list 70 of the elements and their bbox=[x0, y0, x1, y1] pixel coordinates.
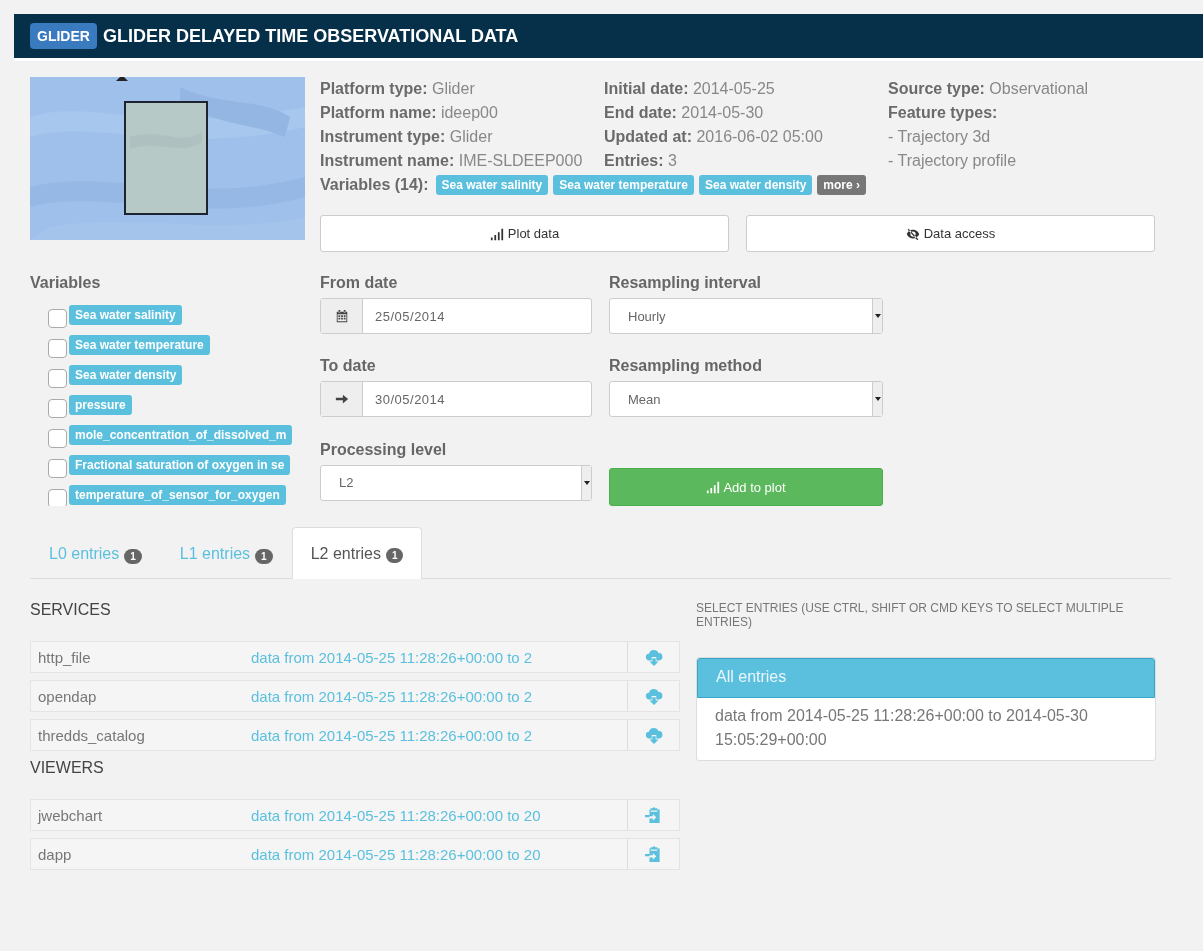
section-heading: VIEWERS bbox=[30, 759, 105, 777]
caret-icon bbox=[583, 480, 590, 485]
metadata-field: Platform name: ideep00 bbox=[320, 101, 604, 125]
variable-tag: Fractional saturation of oxygen in se bbox=[69, 455, 291, 475]
clipboard-icon bbox=[644, 806, 663, 824]
metadata-field: Instrument type: Glider bbox=[320, 125, 604, 149]
dropdown[interactable]: Mean bbox=[609, 381, 883, 418]
variable-tag: Sea water temperature bbox=[553, 175, 694, 195]
tab[interactable]: L0 entries 1 bbox=[30, 528, 161, 579]
field-label: To date bbox=[320, 357, 377, 376]
checkbox[interactable] bbox=[48, 428, 67, 448]
checkbox[interactable] bbox=[48, 338, 67, 358]
field-label: From date bbox=[320, 274, 399, 292]
cloud-download-icon bbox=[644, 687, 663, 705]
select-hint: SELECT ENTRIES (USE CTRL, SHIFT OR CMD KEYS TO SELECT MULTIPLE ENTRIES) bbox=[696, 601, 1125, 629]
variable-tag: mole_concentration_of_dissolved_m bbox=[69, 425, 293, 445]
variable-tag: Sea water salinity bbox=[69, 305, 182, 325]
service-name: thredds_catalog bbox=[37, 726, 146, 744]
variables-heading: Variables bbox=[30, 274, 102, 292]
variables-label: Variables (14): bbox=[320, 176, 429, 194]
count-badge: 1 bbox=[124, 548, 142, 564]
variable-tag: Sea water salinity bbox=[435, 175, 549, 195]
checkbox[interactable] bbox=[48, 398, 67, 418]
feature-type: - Trajectory profile bbox=[888, 151, 1018, 171]
page-title: GLIDER DELAYED TIME OBSERVATIONAL DATA bbox=[102, 25, 519, 47]
cloud-download-icon bbox=[644, 648, 663, 666]
variable-tag: Sea water density bbox=[69, 365, 183, 385]
eye-slash-icon bbox=[905, 226, 920, 241]
field-label: Processing level bbox=[320, 440, 448, 459]
bar-chart-icon bbox=[489, 226, 504, 241]
dropdown[interactable]: Hourly bbox=[609, 298, 883, 334]
metadata-field: Initial date: 2014-05-25 bbox=[604, 77, 888, 101]
feature-type: - Trajectory 3d bbox=[888, 127, 992, 147]
count-badge: 1 bbox=[385, 548, 404, 563]
tab[interactable]: L2 entries 1 bbox=[291, 527, 423, 579]
checkbox[interactable] bbox=[48, 488, 67, 506]
metadata-field: Platform type: Glider bbox=[320, 77, 604, 101]
variable-tag: Sea water density bbox=[698, 175, 813, 195]
field-label: Resampling method bbox=[609, 357, 763, 376]
dropdown[interactable]: L2 bbox=[320, 464, 592, 501]
caret-icon bbox=[874, 314, 881, 318]
checkbox[interactable] bbox=[48, 308, 67, 328]
service-name: http_file bbox=[37, 648, 92, 666]
checkbox[interactable] bbox=[48, 368, 67, 388]
variable-tag: Sea water temperature bbox=[69, 335, 210, 355]
metadata-field: Updated at: 2016-06-02 05:00 bbox=[604, 125, 888, 149]
clipboard-icon bbox=[644, 845, 663, 863]
metadata-field: End date: 2014-05-30 bbox=[604, 101, 888, 125]
plot-data-button[interactable]: Plot data bbox=[320, 215, 729, 252]
checkbox[interactable] bbox=[48, 458, 67, 478]
tab[interactable]: L1 entries 1 bbox=[160, 528, 292, 579]
metadata-label: Feature types: bbox=[888, 103, 999, 123]
metadata-field: Instrument name: IME-SLDEEP000 bbox=[320, 149, 604, 173]
variable-tag: temperature_of_sensor_for_oxygen bbox=[69, 485, 286, 505]
count-badge: 1 bbox=[255, 548, 273, 564]
caret-icon bbox=[874, 397, 881, 402]
section-heading: SERVICES bbox=[30, 601, 112, 619]
service-name: dapp bbox=[37, 845, 73, 863]
more-link[interactable]: more › bbox=[817, 175, 867, 195]
bar-chart-icon bbox=[706, 480, 721, 494]
cloud-download-icon bbox=[644, 726, 663, 744]
field-label: Resampling interval bbox=[609, 274, 763, 292]
variable-tag: pressure bbox=[69, 395, 132, 415]
service-name: jwebchart bbox=[36, 806, 104, 824]
service-name: opendap bbox=[37, 687, 98, 705]
metadata-field: Entries: 3 bbox=[604, 149, 888, 173]
data-access-button[interactable]: Data access bbox=[746, 215, 1155, 252]
metadata-field: Source type: Observational bbox=[888, 77, 1148, 101]
list-item[interactable]: data from 2014-05-25 11:28:26+00:00 to 2014-05-30 15:05:29+00:00 bbox=[697, 698, 1155, 760]
category-badge: GLIDER bbox=[30, 23, 97, 49]
